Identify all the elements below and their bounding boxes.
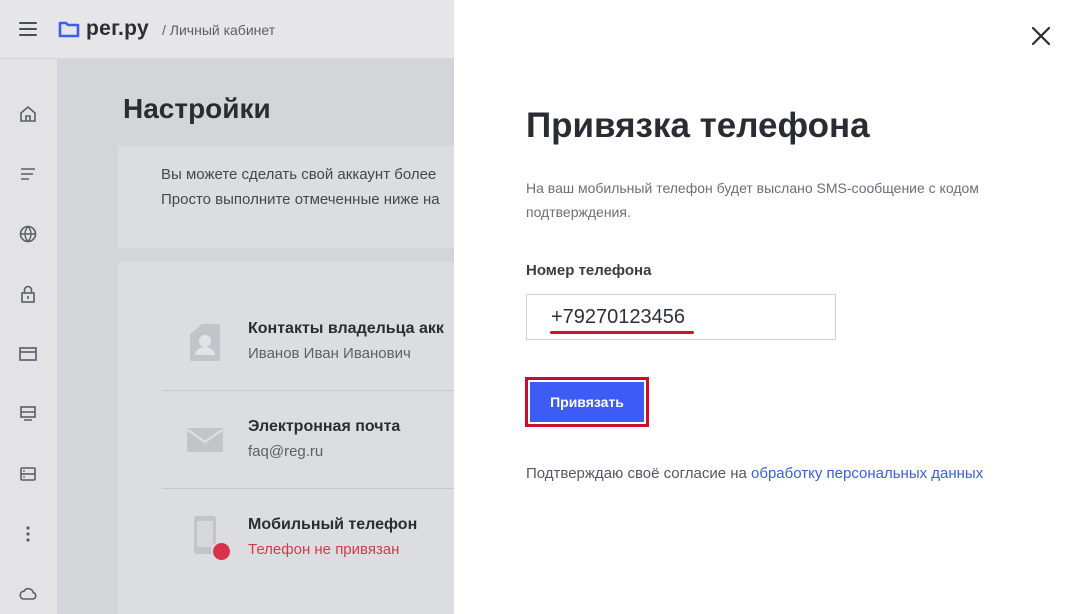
logo[interactable]: рег.ру xyxy=(58,17,149,41)
sidebar xyxy=(0,59,58,614)
email-title: Электронная почта xyxy=(248,418,401,435)
breadcrumb[interactable]: / Личный кабинет xyxy=(162,22,275,38)
logo-text: рег.ру xyxy=(86,17,150,40)
more-icon[interactable] xyxy=(17,523,39,545)
lock-icon[interactable] xyxy=(17,283,39,305)
list-item-email[interactable]: Электронная почта faq@reg.ru xyxy=(162,408,482,478)
divider xyxy=(162,488,482,489)
storage-icon[interactable] xyxy=(17,463,39,485)
menu-icon[interactable] xyxy=(19,22,37,36)
warning-dot-icon xyxy=(211,541,232,562)
server-icon[interactable] xyxy=(17,403,39,425)
bind-phone-modal: Привязка телефона На ваш мобильный телеф… xyxy=(454,0,1070,614)
consent-text: Подтверждаю своё согласие на обработку п… xyxy=(526,462,986,486)
list-item-owner-contacts[interactable]: Контакты владельца акк Иванов Иван Ивано… xyxy=(162,310,482,380)
info-notice: Вы можете сделать свой аккаунт более Про… xyxy=(118,146,478,248)
logo-icon xyxy=(58,21,80,38)
window-icon[interactable] xyxy=(17,343,39,365)
divider xyxy=(162,390,482,391)
close-icon[interactable] xyxy=(1030,25,1052,47)
globe-icon[interactable] xyxy=(17,223,39,245)
cloud-icon[interactable] xyxy=(17,583,39,605)
page-title: Настройки xyxy=(123,93,271,124)
owner-contacts-title: Контакты владельца акк xyxy=(248,320,444,337)
notice-line-2: Просто выполните отмеченные ниже на xyxy=(161,191,440,208)
notice-line-1: Вы можете сделать свой аккаунт более xyxy=(161,166,437,183)
phone-underline-highlight xyxy=(550,331,694,334)
modal-title: Привязка телефона xyxy=(526,106,870,145)
consent-prefix: Подтверждаю своё согласие на xyxy=(526,465,752,482)
mobile-phone-title: Мобильный телефон xyxy=(248,516,418,533)
list-item-mobile-phone[interactable]: Мобильный телефон Телефон не привязан xyxy=(162,506,482,576)
contact-card-icon xyxy=(190,324,220,361)
phone-field-label: Номер телефона xyxy=(526,262,652,279)
list-icon[interactable] xyxy=(17,163,39,185)
phone-status-text: Телефон не привязан xyxy=(248,541,400,558)
email-subtitle: faq@reg.ru xyxy=(248,443,324,460)
settings-card: Контакты владельца акк Иванов Иван Ивано… xyxy=(118,262,482,614)
modal-description: На ваш мобильный телефон будет выслано S… xyxy=(526,180,979,220)
owner-contacts-subtitle: Иванов Иван Иванович xyxy=(248,345,411,362)
personal-data-link[interactable]: обработку персональных данных xyxy=(751,465,983,482)
home-icon[interactable] xyxy=(17,103,39,125)
bind-button[interactable]: Привязать xyxy=(530,382,644,422)
mail-icon xyxy=(187,428,223,452)
